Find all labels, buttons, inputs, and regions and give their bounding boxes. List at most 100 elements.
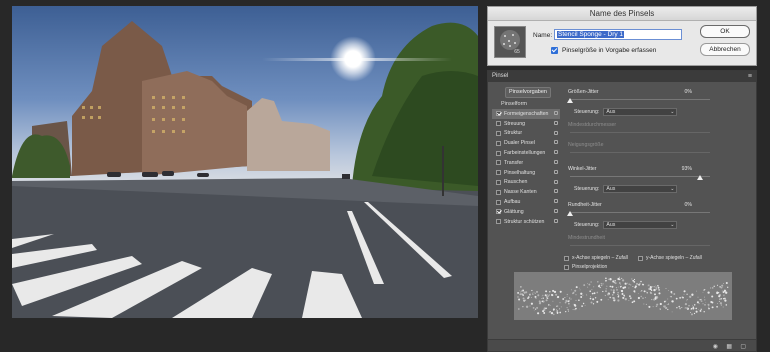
lock-icon[interactable] xyxy=(554,150,558,155)
min-roundness-label: Mindestrundheit xyxy=(568,235,605,241)
brush-name-input[interactable]: Stencil Sponge - Dry 1 xyxy=(554,29,682,40)
lock-icon[interactable] xyxy=(554,159,558,164)
grid-icon[interactable]: ▦ xyxy=(726,343,732,350)
checkbox-unchecked-icon[interactable] xyxy=(564,255,569,261)
angle-jitter-thumb[interactable] xyxy=(697,175,704,180)
checkbox-unchecked-icon[interactable] xyxy=(564,264,569,270)
min-diameter-slider[interactable] xyxy=(570,132,710,133)
brush-setting-item[interactable]: Rauschen xyxy=(492,178,560,188)
chevron-down-icon: ⌄ xyxy=(670,109,675,115)
brush-setting-label: Transfer xyxy=(504,159,524,166)
checkbox-unchecked-icon[interactable] xyxy=(496,140,501,146)
brush-setting-item[interactable]: Struktur xyxy=(492,129,560,139)
document-canvas[interactable] xyxy=(12,6,478,318)
brush-setting-item[interactable]: Transfer xyxy=(492,158,560,168)
brush-name-dialog: Name des Pinsels 65 Name: Stencil Sponge… xyxy=(487,6,757,66)
capture-size-label: Pinselgröße in Vorgabe erfassen xyxy=(562,47,657,54)
brush-projection-checkbox[interactable]: Pinselprojektion xyxy=(564,264,607,270)
size-jitter-value: 0% xyxy=(684,89,693,95)
size-jitter-thumb[interactable] xyxy=(567,98,573,103)
lock-icon[interactable] xyxy=(554,179,558,184)
min-roundness-slider[interactable] xyxy=(570,245,710,246)
flip-y-checkbox[interactable]: y-Achse spiegeln – Zufall xyxy=(638,255,702,261)
brush-setting-item[interactable]: Formeigenschaften xyxy=(492,109,560,119)
brush-setting-label: Nasse Kanten xyxy=(504,189,537,196)
lock-icon[interactable] xyxy=(554,189,558,194)
lock-icon[interactable] xyxy=(554,130,558,135)
roundness-jitter-value: 0% xyxy=(684,202,693,208)
brush-thumbnail: 65 xyxy=(494,26,526,58)
brush-setting-item[interactable]: Streuung xyxy=(492,119,560,129)
toggle-preview-icon[interactable]: ◉ xyxy=(713,343,718,350)
control-row-3: Steuerung: Aus ⌄ xyxy=(574,221,678,229)
control-label-1: Steuerung: xyxy=(574,109,600,115)
control-value-3: Aus xyxy=(606,222,616,228)
control-select-1[interactable]: Aus ⌄ xyxy=(603,108,678,116)
cancel-button[interactable]: Abbrechen xyxy=(700,43,750,56)
brush-size-label: 65 xyxy=(514,49,520,55)
brush-projection-label: Pinselprojektion xyxy=(572,264,608,270)
brush-setting-label: Farbeinstellungen xyxy=(504,150,546,157)
checkbox-checked-icon[interactable] xyxy=(496,111,501,117)
lock-icon[interactable] xyxy=(554,218,558,223)
brush-setting-item[interactable]: Dualer Pinsel xyxy=(492,138,560,148)
control-select-3[interactable]: Aus ⌄ xyxy=(603,221,678,229)
checkbox-unchecked-icon[interactable] xyxy=(496,219,501,225)
checkbox-unchecked-icon[interactable] xyxy=(638,255,643,261)
checkbox-unchecked-icon[interactable] xyxy=(496,130,501,136)
lock-icon[interactable] xyxy=(554,140,558,145)
size-jitter-label: Größen-Jitter xyxy=(568,89,599,95)
name-label: Name: xyxy=(533,32,553,39)
menu-icon[interactable]: ≡ xyxy=(748,71,752,82)
tilt-scale-slider[interactable] xyxy=(570,152,710,153)
brush-setting-label: Glättung xyxy=(504,208,524,215)
lock-icon[interactable] xyxy=(554,111,558,115)
brush-panel: Pinsel ≡ Pinselvorgaben Pinselform Forme… xyxy=(487,70,757,352)
lock-icon[interactable] xyxy=(554,169,558,174)
checkbox-unchecked-icon[interactable] xyxy=(496,170,501,176)
brush-setting-item[interactable]: Struktur schützen xyxy=(492,217,560,227)
chevron-down-icon: ⌄ xyxy=(670,222,675,228)
lock-icon[interactable] xyxy=(554,120,558,125)
brush-setting-label: Aufbau xyxy=(504,199,521,206)
brush-setting-item[interactable]: Glättung xyxy=(492,207,560,217)
control-row-2: Steuerung: Aus ⌄ xyxy=(574,185,678,193)
checkbox-unchecked-icon[interactable] xyxy=(496,179,501,185)
lock-icon[interactable] xyxy=(554,199,558,204)
brush-setting-item[interactable]: Nasse Kanten xyxy=(492,187,560,197)
lock-icon[interactable] xyxy=(554,208,558,213)
new-brush-icon[interactable]: ▢ xyxy=(740,343,746,350)
checkbox-unchecked-icon[interactable] xyxy=(496,160,501,166)
checkbox-unchecked-icon[interactable] xyxy=(496,189,501,195)
capture-size-checkbox[interactable]: Pinselgröße in Vorgabe erfassen xyxy=(551,47,656,54)
checkbox-unchecked-icon[interactable] xyxy=(496,150,501,156)
brush-setting-item[interactable]: Pinselhaltung xyxy=(492,168,560,178)
brush-setting-label: Dualer Pinsel xyxy=(504,140,535,147)
checkbox-unchecked-icon[interactable] xyxy=(496,121,501,127)
flip-x-checkbox[interactable]: x-Achse spiegeln – Zufall xyxy=(564,255,628,261)
angle-jitter-slider[interactable] xyxy=(570,176,710,177)
control-select-2[interactable]: Aus ⌄ xyxy=(603,185,678,193)
control-value-2: Aus xyxy=(606,186,616,192)
checkbox-checked-icon[interactable] xyxy=(551,47,558,54)
brush-setting-item[interactable]: Aufbau xyxy=(492,197,560,207)
brush-settings-list: Pinselform Formeigenschaften Streuung Stru… xyxy=(492,101,560,227)
ok-button[interactable]: OK xyxy=(700,25,750,38)
size-jitter-slider[interactable] xyxy=(570,99,710,100)
brush-setting-item[interactable]: Farbeinstellungen xyxy=(492,148,560,158)
checkbox-checked-icon[interactable] xyxy=(496,209,501,215)
brush-name-value: Stencil Sponge - Dry 1 xyxy=(557,31,625,38)
panel-title: Pinsel xyxy=(492,73,509,79)
brush-presets-button[interactable]: Pinselvorgaben xyxy=(505,87,551,98)
roundness-jitter-thumb[interactable] xyxy=(567,211,573,216)
roundness-jitter-slider[interactable] xyxy=(570,212,710,213)
brush-tip-shape-category[interactable]: Pinselform xyxy=(492,101,560,109)
brush-setting-label: Formeigenschaften xyxy=(504,110,549,117)
brush-setting-label: Struktur schützen xyxy=(504,218,545,225)
brush-setting-label: Pinselhaltung xyxy=(504,169,536,176)
angle-jitter-label: Winkel-Jitter xyxy=(568,166,597,172)
brush-setting-label: Rauschen xyxy=(504,179,528,186)
checkbox-unchecked-icon[interactable] xyxy=(496,199,501,205)
brush-stroke-preview xyxy=(514,272,732,320)
lens-flare xyxy=(262,58,452,61)
